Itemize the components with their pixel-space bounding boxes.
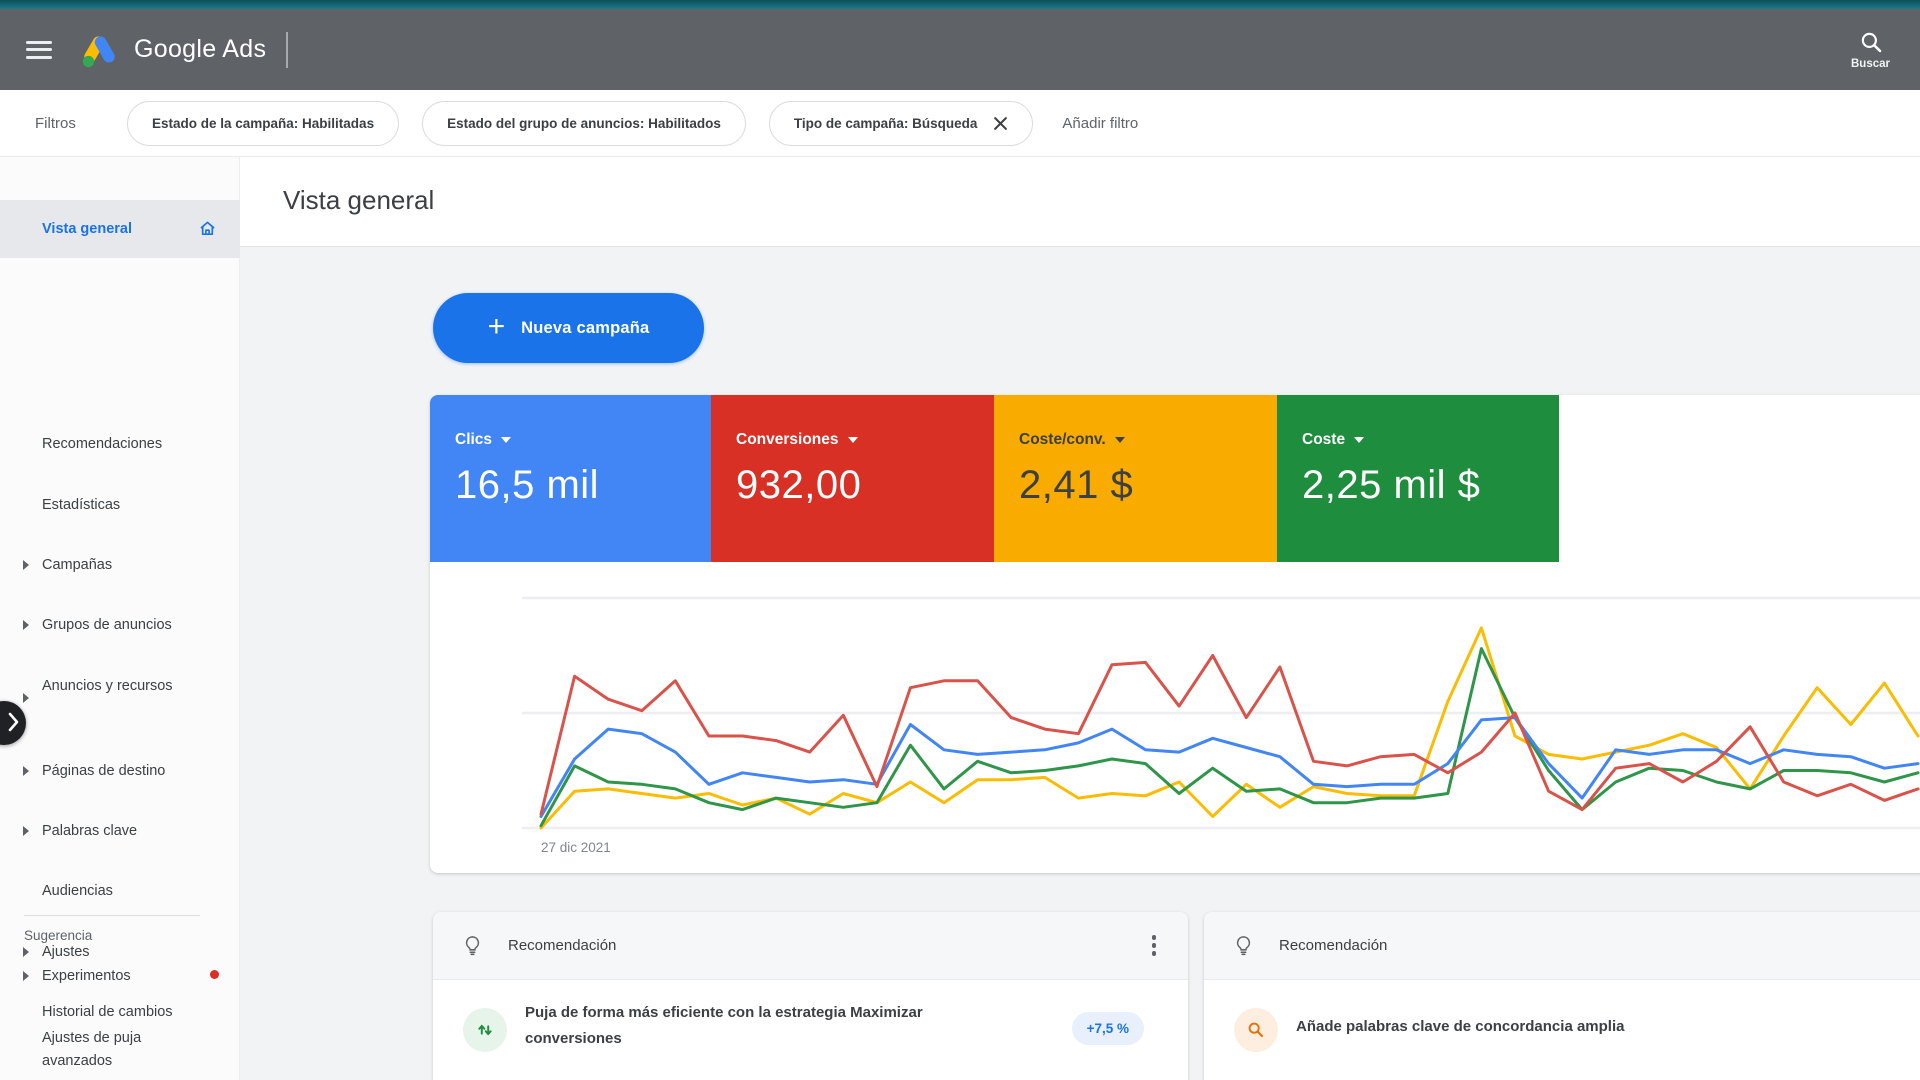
sidebar-item-label: Vista general [42, 218, 200, 241]
sidebar-divider [24, 915, 200, 916]
bid-arrows-icon [463, 1008, 507, 1052]
recommendation-header-label: Recomendación [1279, 937, 1387, 954]
google-ads-logo [78, 29, 120, 71]
add-filter-button[interactable]: Añadir filtro [1062, 115, 1138, 132]
metric-value: 16,5 mil [455, 463, 711, 508]
chevron-down-icon [848, 437, 858, 443]
close-icon[interactable] [993, 116, 1008, 131]
filter-chip-campaign-status[interactable]: Estado de la campaña: Habilitadas [127, 101, 399, 146]
expand-arrow-icon [23, 693, 29, 703]
metric-value: 2,25 mil $ [1302, 463, 1559, 508]
performance-overview-card: Clics 16,5 mil Conversiones 932,00 Coste… [430, 395, 1920, 873]
filter-chip-adgroup-status[interactable]: Estado del grupo de anuncios: Habilitado… [422, 101, 746, 146]
search-icon [1858, 29, 1884, 55]
metric-card-coste-conv[interactable]: Coste/conv. 2,41 $ [994, 395, 1277, 562]
sidebar-item-label: Audiencias [42, 880, 200, 903]
filters-label: Filtros [35, 115, 127, 132]
kebab-menu-icon[interactable] [1148, 931, 1161, 960]
navigation-sidebar: Vista general Recomendaciones Estadístic… [0, 157, 240, 1080]
chart-line-conversiones [541, 656, 1918, 815]
sidebar-item-label: Páginas de destino [42, 760, 200, 783]
filter-chip-label: Tipo de campaña: Búsqueda [794, 116, 978, 131]
expand-arrow-icon [23, 560, 29, 570]
sidebar-item-vista-general[interactable]: Vista general [0, 200, 240, 258]
recommendation-card-bid-strategy: Recomendación Puja de forma más eficient… [433, 912, 1188, 1080]
recommendation-header: Recomendación [433, 912, 1188, 980]
app-title: Google Ads [134, 35, 266, 64]
expand-arrow-icon [23, 620, 29, 630]
filter-chip-label: Estado del grupo de anuncios: Habilitado… [447, 116, 721, 131]
sidebar-item-label: Recomendaciones [42, 433, 200, 456]
sidebar-section-sugerencia: Sugerencia [24, 928, 92, 943]
expand-arrow-icon [23, 766, 29, 776]
metric-value: 932,00 [736, 463, 994, 508]
search-keyword-icon [1234, 1008, 1278, 1052]
sidebar-item-label: Experimentos [42, 965, 200, 988]
recommendation-title: Añade palabras clave de concordancia amp… [1296, 1014, 1856, 1040]
expand-arrow-icon [23, 826, 29, 836]
metric-label: Clics [455, 431, 492, 449]
lightbulb-icon [461, 934, 484, 957]
metric-card-clics[interactable]: Clics 16,5 mil [430, 395, 711, 562]
chart-x-axis-start-label: 27 dic 2021 [541, 840, 611, 855]
metric-label: Coste [1302, 431, 1345, 449]
page-title: Vista general [283, 185, 434, 216]
sidebar-item-label: Anuncios y recursos [42, 675, 200, 698]
sidebar-item-label: Campañas [42, 554, 200, 577]
new-campaign-button[interactable]: + Nueva campaña [433, 293, 704, 363]
search-button[interactable]: Buscar [1851, 29, 1890, 70]
chevron-down-icon [1115, 437, 1125, 443]
sidebar-item-label: Historial de cambios [42, 1001, 200, 1024]
sidebar-item-label: Estadísticas [42, 494, 200, 517]
chart-line-coste-conv- [541, 628, 1918, 828]
recommendation-header: Recomendación [1204, 912, 1920, 980]
chevron-down-icon [1354, 437, 1364, 443]
plus-icon: + [488, 310, 506, 344]
expand-arrow-icon [23, 947, 29, 957]
metric-label: Coste/conv. [1019, 431, 1106, 449]
chevron-down-icon [501, 437, 511, 443]
metric-card-coste[interactable]: Coste 2,25 mil $ [1277, 395, 1559, 562]
sidebar-item-label: Grupos de anuncios [42, 614, 200, 637]
topbar-divider [286, 32, 288, 68]
main-content: + Nueva campaña Clics 16,5 mil Conversio… [240, 248, 1920, 1080]
metric-card-conversiones[interactable]: Conversiones 932,00 [711, 395, 994, 562]
page-header: Vista general [240, 157, 1920, 247]
new-campaign-label: Nueva campaña [521, 319, 649, 338]
metric-label: Conversiones [736, 431, 839, 449]
filter-chip-campaign-type[interactable]: Tipo de campaña: Búsqueda [769, 101, 1034, 146]
sidebar-item-label: Palabras clave [42, 820, 200, 843]
notification-dot [210, 970, 219, 979]
expand-arrow-icon [23, 971, 29, 981]
menu-icon[interactable] [26, 41, 52, 59]
sidebar-item-label: Ajustes [42, 941, 200, 964]
home-icon [197, 218, 218, 243]
filter-chip-label: Estado de la campaña: Habilitadas [152, 116, 374, 131]
filter-bar: Filtros Estado de la campaña: Habilitada… [0, 90, 1920, 157]
recommendation-header-label: Recomendación [508, 937, 616, 954]
top-app-bar: Google Ads Buscar [0, 0, 1920, 90]
search-label: Buscar [1851, 58, 1890, 70]
metric-strip: Clics 16,5 mil Conversiones 932,00 Coste… [430, 395, 1920, 562]
top-accent-strip [0, 0, 1920, 9]
sidebar-item-label: Ajustes de puja avanzados [42, 1027, 200, 1073]
uplift-badge: +7,5 % [1072, 1012, 1144, 1045]
trend-line-chart [430, 585, 1920, 875]
recommendation-card-broad-match: Recomendación Añade palabras clave de co… [1204, 912, 1920, 1080]
lightbulb-icon [1232, 934, 1255, 957]
recommendation-title: Puja de forma más eficiente con la estra… [525, 1000, 995, 1052]
metric-value: 2,41 $ [1019, 463, 1277, 508]
